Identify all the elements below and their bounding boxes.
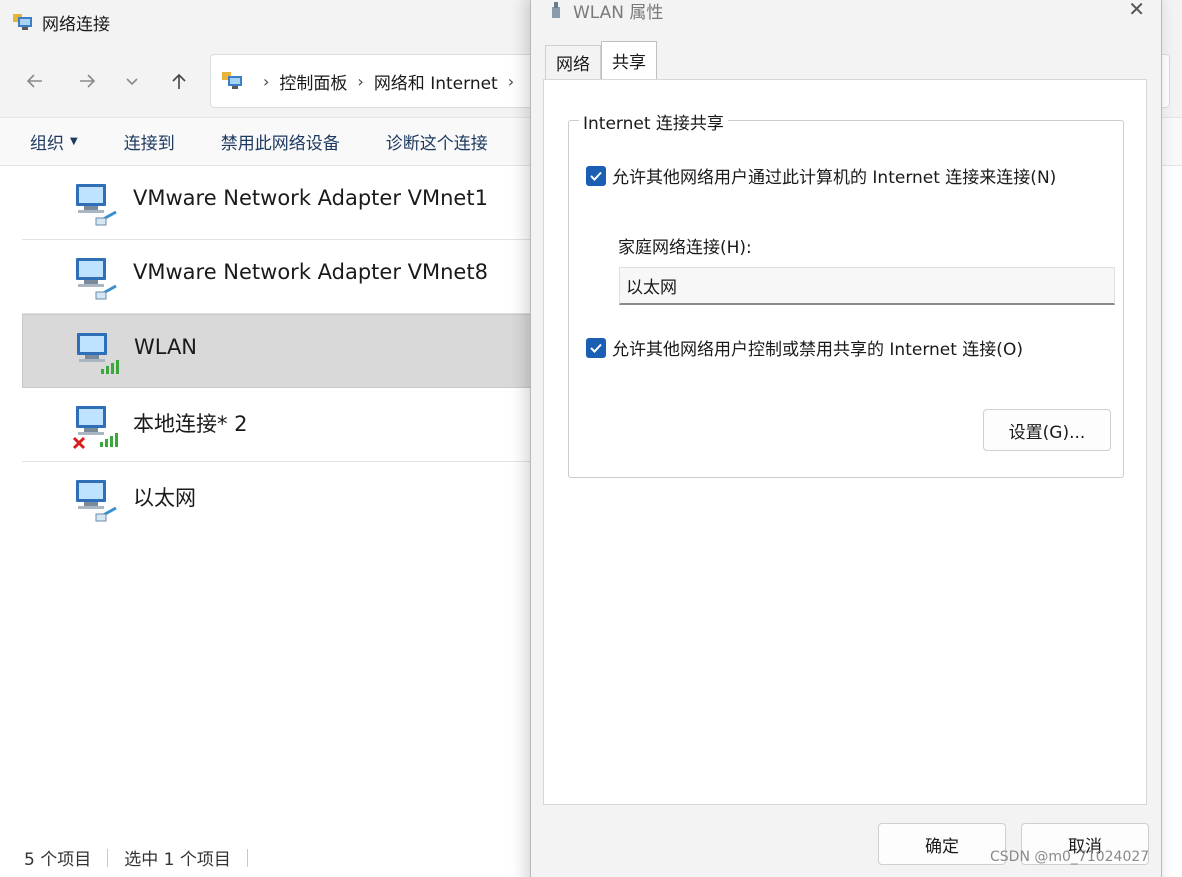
- connection-name: VMware Network Adapter VMnet1: [133, 186, 488, 210]
- control-panel-network-icon: [222, 72, 242, 89]
- connection-list: VMware Network Adapter VMnet1 VMware Net…: [22, 166, 542, 536]
- home-network-select[interactable]: 以太网: [619, 267, 1115, 305]
- wired-network-adapter-icon: [76, 480, 117, 522]
- organize-menu[interactable]: 组织 ▼: [30, 129, 78, 154]
- chevron-right-icon: ›: [357, 71, 364, 91]
- connection-name: VMware Network Adapter VMnet8: [133, 260, 488, 284]
- arrow-left-icon: [26, 74, 42, 88]
- allow-share-checkbox[interactable]: [586, 165, 606, 186]
- allow-control-label: 允许其他网络用户控制或禁用共享的 Internet 连接(O): [612, 340, 1023, 360]
- home-network-label: 家庭网络连接(H):: [618, 238, 752, 258]
- wired-network-adapter-icon: [76, 258, 117, 300]
- wireless-disconnected-icon: [72, 406, 118, 450]
- ok-button[interactable]: 确定: [878, 823, 1006, 865]
- watermark: CSDN @m0_71024027: [990, 849, 1150, 865]
- connection-item-wlan[interactable]: WLAN: [22, 314, 542, 388]
- up-button[interactable]: [162, 64, 196, 98]
- forward-button[interactable]: [70, 64, 104, 98]
- connection-name: 以太网: [133, 486, 196, 510]
- breadcrumb-network-internet[interactable]: 网络和 Internet: [374, 69, 498, 94]
- chevron-down-icon: [126, 78, 138, 86]
- breadcrumb-control-panel[interactable]: 控制面板: [279, 69, 347, 94]
- wlan-properties-dialog: WLAN 属性 ✕ 网络 共享 Internet 连接共享 允许其他网络用户通过…: [530, 0, 1162, 877]
- checkmark-icon: [590, 343, 602, 353]
- arrow-right-icon: [80, 74, 96, 88]
- disable-device-button[interactable]: 禁用此网络设备: [221, 129, 340, 154]
- dialog-titlebar: WLAN 属性: [549, 0, 663, 23]
- recent-locations-button[interactable]: [115, 64, 149, 98]
- allow-control-checkbox[interactable]: [586, 337, 606, 358]
- caret-down-icon: ▼: [70, 136, 78, 147]
- connection-item-vmnet8[interactable]: VMware Network Adapter VMnet8: [22, 240, 542, 314]
- status-divider: [246, 848, 248, 867]
- groupbox-title: Internet 连接共享: [579, 109, 728, 134]
- wireless-adapter-icon: [552, 2, 560, 18]
- selected-count: 选中 1 个项目: [124, 850, 231, 870]
- tab-sharing[interactable]: 共享: [601, 41, 657, 79]
- status-divider: [107, 848, 109, 867]
- wireless-network-adapter-icon: [77, 333, 119, 374]
- organize-label: 组织: [30, 134, 64, 154]
- back-button[interactable]: [18, 64, 52, 98]
- connection-item-vmnet1[interactable]: VMware Network Adapter VMnet1: [22, 166, 542, 240]
- connection-name: WLAN: [134, 335, 198, 359]
- arrow-up-icon: [172, 73, 186, 89]
- chevron-right-icon: ›: [507, 71, 515, 91]
- checkmark-icon: [590, 171, 602, 181]
- sharing-tab-panel: Internet 连接共享 允许其他网络用户通过此计算机的 Internet 连…: [543, 79, 1147, 805]
- connection-item-local-2[interactable]: 本地连接* 2: [22, 388, 542, 462]
- ics-groupbox: Internet 连接共享 允许其他网络用户通过此计算机的 Internet 连…: [568, 109, 1124, 478]
- item-count: 5 个项目: [24, 850, 92, 870]
- wired-network-adapter-icon: [76, 184, 117, 226]
- connect-to-button[interactable]: 连接到: [124, 129, 175, 154]
- settings-button[interactable]: 设置(G)...: [983, 409, 1111, 451]
- connection-item-ethernet[interactable]: 以太网: [22, 462, 542, 536]
- diagnose-button[interactable]: 诊断这个连接: [386, 129, 488, 154]
- dialog-title: WLAN 属性: [573, 2, 664, 23]
- status-bar: 5 个项目 选中 1 个项目: [0, 838, 540, 877]
- chevron-right-icon: ›: [263, 71, 270, 91]
- allow-share-option[interactable]: 允许其他网络用户通过此计算机的 Internet 连接来连接(N): [586, 163, 1056, 188]
- dialog-tabs: 网络 共享: [545, 41, 657, 79]
- allow-control-option[interactable]: 允许其他网络用户控制或禁用共享的 Internet 连接(O): [586, 335, 1023, 360]
- tab-network[interactable]: 网络: [545, 45, 601, 79]
- close-icon[interactable]: ✕: [1128, 0, 1145, 21]
- network-connections-icon: [13, 14, 32, 30]
- connection-name: 本地连接* 2: [133, 412, 248, 436]
- window-title: 网络连接: [42, 14, 110, 35]
- allow-share-label: 允许其他网络用户通过此计算机的 Internet 连接来连接(N): [612, 168, 1057, 188]
